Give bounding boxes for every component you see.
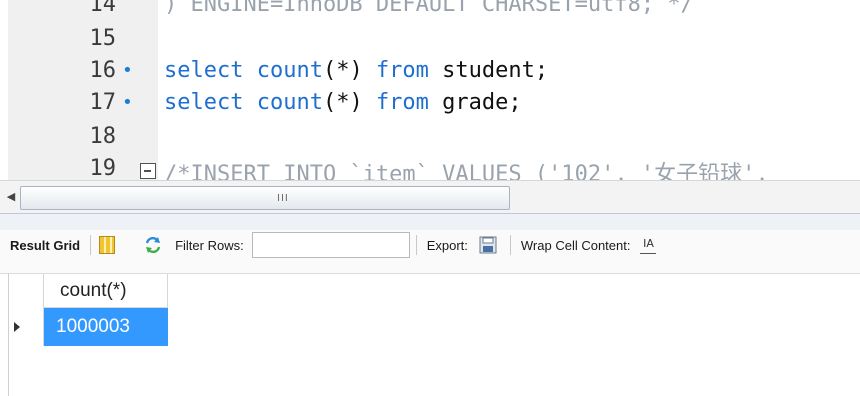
statement-marker-icon: •	[122, 60, 133, 81]
code-token: from	[375, 90, 443, 115]
code-line[interactable]: 18	[0, 124, 860, 156]
code-token: count	[256, 58, 323, 83]
code-token: grade;	[442, 90, 522, 115]
statement-marker-icon: •	[122, 92, 133, 113]
toolbar-separator	[509, 235, 511, 255]
code-token: (*)	[322, 90, 376, 115]
export-icon[interactable]	[478, 235, 498, 255]
grid-view-icon[interactable]	[99, 236, 116, 254]
filter-rows-input[interactable]	[251, 232, 410, 258]
sql-editor[interactable]: 14 ) ENGINE=InnoDB DEFAULT CHARSET=utf8; …	[0, 0, 860, 180]
code-token: (*)	[322, 58, 376, 83]
line-number: 18	[89, 124, 117, 149]
code-line[interactable]: 19 /*INSERT INTO `item` VALUES ('102', '女…	[0, 156, 860, 180]
scrollbar-thumb[interactable]: III	[20, 186, 510, 210]
row-header-column	[0, 274, 44, 346]
refresh-icon[interactable]	[143, 235, 163, 255]
code-text: /*INSERT INTO `item` VALUES ('102', '女子铅…	[164, 156, 782, 180]
code-token: select	[164, 90, 257, 115]
scrollbar-grip-icon: III	[277, 193, 289, 204]
result-grid: count(*) 1000003	[0, 274, 860, 396]
code-line[interactable]: 14 ) ENGINE=InnoDB DEFAULT CHARSET=utf8; …	[0, 0, 860, 24]
line-number: 15	[89, 26, 117, 51]
result-toolbar-row: Result Grid Filter Rows: Export: Wrap Ce…	[0, 231, 860, 259]
line-number: 19	[89, 156, 117, 180]
export-label: Export:	[426, 237, 468, 253]
toolbar-top-strip	[0, 214, 860, 230]
code-token: select	[164, 58, 257, 83]
code-line[interactable]: 15	[0, 26, 860, 58]
code-token: from	[375, 58, 443, 83]
scroll-left-arrow-icon[interactable]: ◀	[4, 190, 18, 204]
fold-collapse-icon[interactable]	[140, 163, 156, 179]
code-text: ) ENGINE=InnoDB DEFAULT CHARSET=utf8; */	[164, 0, 694, 17]
code-token: ) ENGINE=InnoDB DEFAULT CHARSET=utf8; */	[164, 0, 694, 17]
editor-horizontal-scrollbar[interactable]: ◀ III	[0, 180, 860, 214]
toolbar-separator	[415, 235, 417, 255]
panel-left-border	[8, 274, 9, 396]
code-text: select count(*) from grade;	[164, 90, 522, 115]
code-text: select count(*) from student;	[164, 58, 548, 83]
result-grid-tab[interactable]: Result Grid	[0, 238, 84, 253]
line-number: 17	[89, 90, 117, 115]
code-line[interactable]: 16 • select count(*) from student;	[0, 58, 860, 90]
current-row-arrow-icon	[14, 322, 20, 332]
wrap-cell-content-label: Wrap Cell Content:	[520, 237, 631, 253]
filter-rows-label: Filter Rows:	[175, 237, 244, 253]
code-token: /*INSERT INTO `item` VALUES ('102', '女子铅…	[164, 162, 782, 180]
column-header-count[interactable]: count(*)	[44, 274, 168, 308]
grid-cell-count[interactable]: 1000003	[44, 308, 168, 346]
code-token: student;	[442, 58, 549, 83]
line-number: 14	[89, 0, 117, 17]
code-token: count	[256, 90, 323, 115]
code-line[interactable]: 17 • select count(*) from grade;	[0, 90, 860, 122]
toolbar-separator	[90, 235, 92, 255]
wrap-cell-content-icon[interactable]: IA	[640, 236, 657, 254]
line-number: 16	[89, 58, 117, 83]
